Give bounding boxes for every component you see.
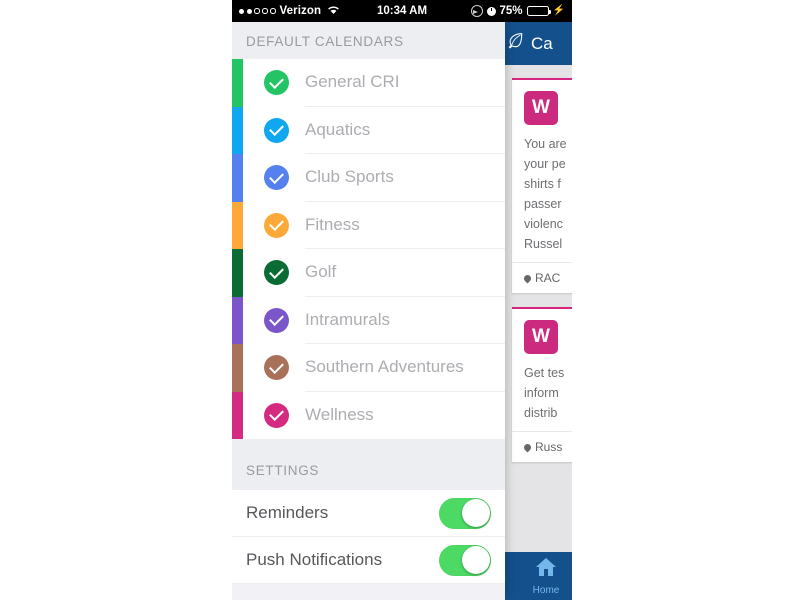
calendar-color-bar <box>232 106 243 154</box>
signal-strength-icon <box>239 8 276 14</box>
card-text-line: violenc <box>524 217 563 231</box>
card-location: Russ <box>512 431 572 462</box>
calendar-label: General CRI <box>305 59 505 107</box>
setting-label: Reminders <box>246 503 329 522</box>
card-location: RAC <box>512 262 572 293</box>
section-header-settings: SETTINGS <box>232 439 505 490</box>
calendar-label: Intramurals <box>305 297 505 344</box>
card-text-line: shirts f <box>524 177 561 191</box>
wifi-icon <box>327 5 340 18</box>
calendar-color-bar <box>232 59 243 107</box>
card-text-line: You are <box>524 137 567 151</box>
feed-title: Ca <box>531 33 553 53</box>
alarm-icon <box>486 6 496 16</box>
card-badge: W <box>524 320 558 354</box>
screenshot-canvas: Ca W You are your pe shirts f passer vio… <box>0 0 800 600</box>
calendar-color-bar <box>232 344 243 392</box>
calendar-label: Wellness <box>305 405 374 425</box>
setting-label: Push Notifications <box>246 550 383 569</box>
calendar-label: Fitness <box>305 202 505 249</box>
card-badge: W <box>524 91 558 125</box>
calendar-checkbox[interactable] <box>264 402 289 428</box>
calendar-label: Aquatics <box>305 107 505 154</box>
tab-home-label: Home <box>532 585 560 596</box>
calendar-row-wellness[interactable]: Wellness <box>232 391 505 439</box>
phone-screen: Ca W You are your pe shirts f passer vio… <box>232 0 572 600</box>
card-text-line: inform <box>524 386 559 400</box>
reminders-toggle[interactable] <box>439 497 491 529</box>
settings-drawer: DEFAULT CALENDARS General CRI Aquatics C… <box>232 22 505 600</box>
calendar-checkbox[interactable] <box>264 165 289 191</box>
status-bar-right: 75% ⚡ <box>470 5 565 17</box>
setting-row-push-notifications[interactable]: Push Notifications <box>232 537 505 584</box>
calendar-checkbox[interactable] <box>264 70 289 96</box>
calendar-label: Golf <box>305 249 505 297</box>
card-text-line: distrib <box>524 406 558 420</box>
feed-header: Ca <box>498 22 572 65</box>
calendar-row-aquatics[interactable]: Aquatics <box>232 106 505 154</box>
calendar-color-bar <box>232 296 243 344</box>
calendar-label: Southern Adventures <box>305 344 505 392</box>
calendar-checkbox[interactable] <box>264 260 289 286</box>
calendar-color-bar <box>232 249 243 297</box>
card-text-line: Russel <box>524 237 563 251</box>
feed-app-background: Ca W You are your pe shirts f passer vio… <box>498 22 572 600</box>
calendar-color-bar <box>232 391 243 439</box>
push-notifications-toggle[interactable] <box>439 544 491 576</box>
card-location-label: Russ <box>535 440 563 454</box>
card-text-line: your pe <box>524 157 566 171</box>
bottom-tabbar: Home <box>498 552 572 600</box>
calendar-row-fitness[interactable]: Fitness <box>232 201 505 249</box>
section-header-default-calendars: DEFAULT CALENDARS <box>232 22 505 59</box>
calendar-row-intramurals[interactable]: Intramurals <box>232 296 505 344</box>
calendar-row-golf[interactable]: Golf <box>232 249 505 297</box>
card-location-label: RAC <box>535 271 561 285</box>
location-icon <box>470 5 483 17</box>
calendar-color-bar <box>232 201 243 249</box>
calendar-checkbox[interactable] <box>264 117 289 143</box>
calendar-label: Club Sports <box>305 154 505 202</box>
settings-list: Reminders Push Notifications <box>232 490 505 584</box>
battery-icon <box>526 6 551 16</box>
calendar-color-bar <box>232 154 243 202</box>
calendar-row-club-sports[interactable]: Club Sports <box>232 154 505 202</box>
calendar-checkbox[interactable] <box>264 212 289 238</box>
feed-card-list: W You are your pe shirts f passer violen… <box>498 65 572 462</box>
calendar-list: General CRI Aquatics Club Sports Fitness <box>232 59 505 439</box>
charging-bolt-icon: ⚡ <box>552 5 565 16</box>
calendar-checkbox[interactable] <box>264 355 289 381</box>
location-pin-icon <box>522 273 533 283</box>
calendar-row-general-cri[interactable]: General CRI <box>232 59 505 107</box>
card-text-line: Get tes <box>524 366 565 380</box>
feed-card[interactable]: W You are your pe shirts f passer violen… <box>512 78 572 293</box>
setting-row-reminders[interactable]: Reminders <box>232 490 505 537</box>
card-text-line: passer <box>524 197 562 211</box>
calendar-checkbox[interactable] <box>264 307 289 333</box>
feed-card[interactable]: W Get tes inform distrib Russ <box>512 307 572 462</box>
status-bar-left: Verizon <box>239 5 340 18</box>
carrier-label: Verizon <box>279 5 322 17</box>
location-pin-icon <box>522 442 533 452</box>
home-icon[interactable] <box>534 556 558 583</box>
leaf-icon <box>506 31 526 56</box>
battery-percent-label: 75% <box>499 5 523 17</box>
drawer-bottom-spacer <box>232 584 505 598</box>
calendar-row-southern-adventures[interactable]: Southern Adventures <box>232 344 505 392</box>
status-bar: Verizon 10:34 AM 75% ⚡ <box>232 0 572 22</box>
